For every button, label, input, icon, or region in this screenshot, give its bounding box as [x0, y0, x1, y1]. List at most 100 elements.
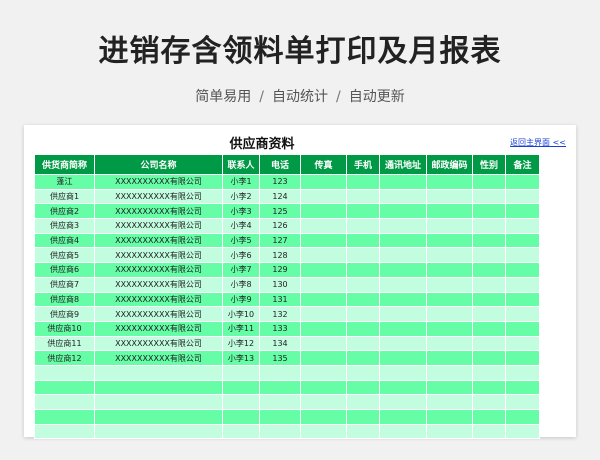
cell-company-name[interactable]: XXXXXXXXXX有限公司 [94, 335, 223, 352]
cell-address[interactable] [379, 232, 427, 249]
cell-remarks[interactable] [505, 364, 540, 381]
cell-postal-code[interactable] [426, 364, 473, 381]
cell-phone[interactable] [259, 409, 301, 425]
cell-company-name[interactable]: XXXXXXXXXX有限公司 [94, 203, 223, 220]
cell-fax[interactable] [300, 232, 347, 249]
cell-gender[interactable] [472, 291, 506, 308]
cell-phone[interactable] [259, 394, 301, 410]
cell-phone[interactable]: 132 [259, 306, 301, 322]
cell-remarks[interactable] [505, 306, 540, 322]
cell-contact[interactable]: 小李13 [222, 350, 260, 366]
cell-address[interactable] [379, 350, 427, 366]
cell-gender[interactable] [472, 218, 506, 234]
cell-postal-code[interactable] [426, 423, 473, 440]
cell-supplier-short-name[interactable] [34, 394, 95, 410]
cell-mobile[interactable] [346, 379, 380, 396]
cell-postal-code[interactable] [426, 291, 473, 308]
cell-remarks[interactable] [505, 423, 540, 440]
cell-contact[interactable] [222, 379, 260, 396]
cell-address[interactable] [379, 203, 427, 220]
cell-contact[interactable]: 小李4 [222, 218, 260, 234]
cell-address[interactable] [379, 423, 427, 440]
cell-contact[interactable] [222, 394, 260, 410]
cell-remarks[interactable] [505, 409, 540, 425]
cell-remarks[interactable] [505, 394, 540, 410]
cell-supplier-short-name[interactable] [34, 364, 95, 381]
cell-supplier-short-name[interactable]: 蓬江 [34, 174, 95, 190]
cell-company-name[interactable] [94, 379, 223, 396]
cell-contact[interactable]: 小李7 [222, 262, 260, 278]
cell-fax[interactable] [300, 364, 347, 381]
cell-company-name[interactable]: XXXXXXXXXX有限公司 [94, 350, 223, 366]
cell-contact[interactable] [222, 409, 260, 425]
cell-mobile[interactable] [346, 188, 380, 205]
cell-fax[interactable] [300, 320, 347, 337]
cell-address[interactable] [379, 188, 427, 205]
cell-address[interactable] [379, 247, 427, 264]
cell-address[interactable] [379, 409, 427, 425]
cell-remarks[interactable] [505, 174, 540, 190]
cell-fax[interactable] [300, 423, 347, 440]
column-header-fax[interactable]: 传真 [300, 154, 347, 175]
cell-supplier-short-name[interactable]: 供应商3 [34, 218, 95, 234]
cell-gender[interactable] [472, 364, 506, 381]
cell-supplier-short-name[interactable] [34, 423, 95, 440]
cell-contact[interactable] [222, 423, 260, 440]
cell-company-name[interactable]: XXXXXXXXXX有限公司 [94, 218, 223, 234]
column-header-remarks[interactable]: 备注 [505, 154, 540, 175]
cell-supplier-short-name[interactable] [34, 409, 95, 425]
column-header-phone[interactable]: 电话 [259, 154, 301, 175]
cell-contact[interactable] [222, 364, 260, 381]
cell-supplier-short-name[interactable] [34, 379, 95, 396]
cell-postal-code[interactable] [426, 247, 473, 264]
cell-mobile[interactable] [346, 394, 380, 410]
cell-address[interactable] [379, 218, 427, 234]
column-header-mobile[interactable]: 手机 [346, 154, 380, 175]
cell-postal-code[interactable] [426, 203, 473, 220]
cell-address[interactable] [379, 174, 427, 190]
cell-postal-code[interactable] [426, 320, 473, 337]
cell-mobile[interactable] [346, 306, 380, 322]
cell-supplier-short-name[interactable]: 供应商9 [34, 306, 95, 322]
cell-remarks[interactable] [505, 379, 540, 396]
cell-company-name[interactable]: XXXXXXXXXX有限公司 [94, 291, 223, 308]
cell-remarks[interactable] [505, 291, 540, 308]
cell-company-name[interactable]: XXXXXXXXXX有限公司 [94, 247, 223, 264]
cell-fax[interactable] [300, 262, 347, 278]
cell-phone[interactable]: 128 [259, 247, 301, 264]
cell-phone[interactable]: 130 [259, 276, 301, 293]
cell-fax[interactable] [300, 188, 347, 205]
cell-postal-code[interactable] [426, 174, 473, 190]
cell-remarks[interactable] [505, 320, 540, 337]
cell-mobile[interactable] [346, 364, 380, 381]
cell-remarks[interactable] [505, 203, 540, 220]
cell-supplier-short-name[interactable]: 供应商1 [34, 188, 95, 205]
cell-mobile[interactable] [346, 335, 380, 352]
cell-fax[interactable] [300, 409, 347, 425]
cell-gender[interactable] [472, 188, 506, 205]
cell-mobile[interactable] [346, 218, 380, 234]
back-to-main-link[interactable]: 返回主界面 << [510, 137, 566, 148]
cell-address[interactable] [379, 320, 427, 337]
cell-postal-code[interactable] [426, 335, 473, 352]
cell-address[interactable] [379, 394, 427, 410]
cell-gender[interactable] [472, 379, 506, 396]
cell-supplier-short-name[interactable]: 供应商8 [34, 291, 95, 308]
cell-company-name[interactable] [94, 394, 223, 410]
cell-remarks[interactable] [505, 247, 540, 264]
cell-fax[interactable] [300, 218, 347, 234]
cell-fax[interactable] [300, 335, 347, 352]
cell-supplier-short-name[interactable]: 供应商11 [34, 335, 95, 352]
cell-remarks[interactable] [505, 188, 540, 205]
cell-mobile[interactable] [346, 350, 380, 366]
cell-supplier-short-name[interactable]: 供应商7 [34, 276, 95, 293]
cell-postal-code[interactable] [426, 276, 473, 293]
cell-contact[interactable]: 小李9 [222, 291, 260, 308]
column-header-company-name[interactable]: 公司名称 [94, 154, 223, 175]
cell-mobile[interactable] [346, 409, 380, 425]
cell-company-name[interactable]: XXXXXXXXXX有限公司 [94, 276, 223, 293]
cell-gender[interactable] [472, 335, 506, 352]
cell-gender[interactable] [472, 320, 506, 337]
cell-fax[interactable] [300, 394, 347, 410]
cell-gender[interactable] [472, 409, 506, 425]
